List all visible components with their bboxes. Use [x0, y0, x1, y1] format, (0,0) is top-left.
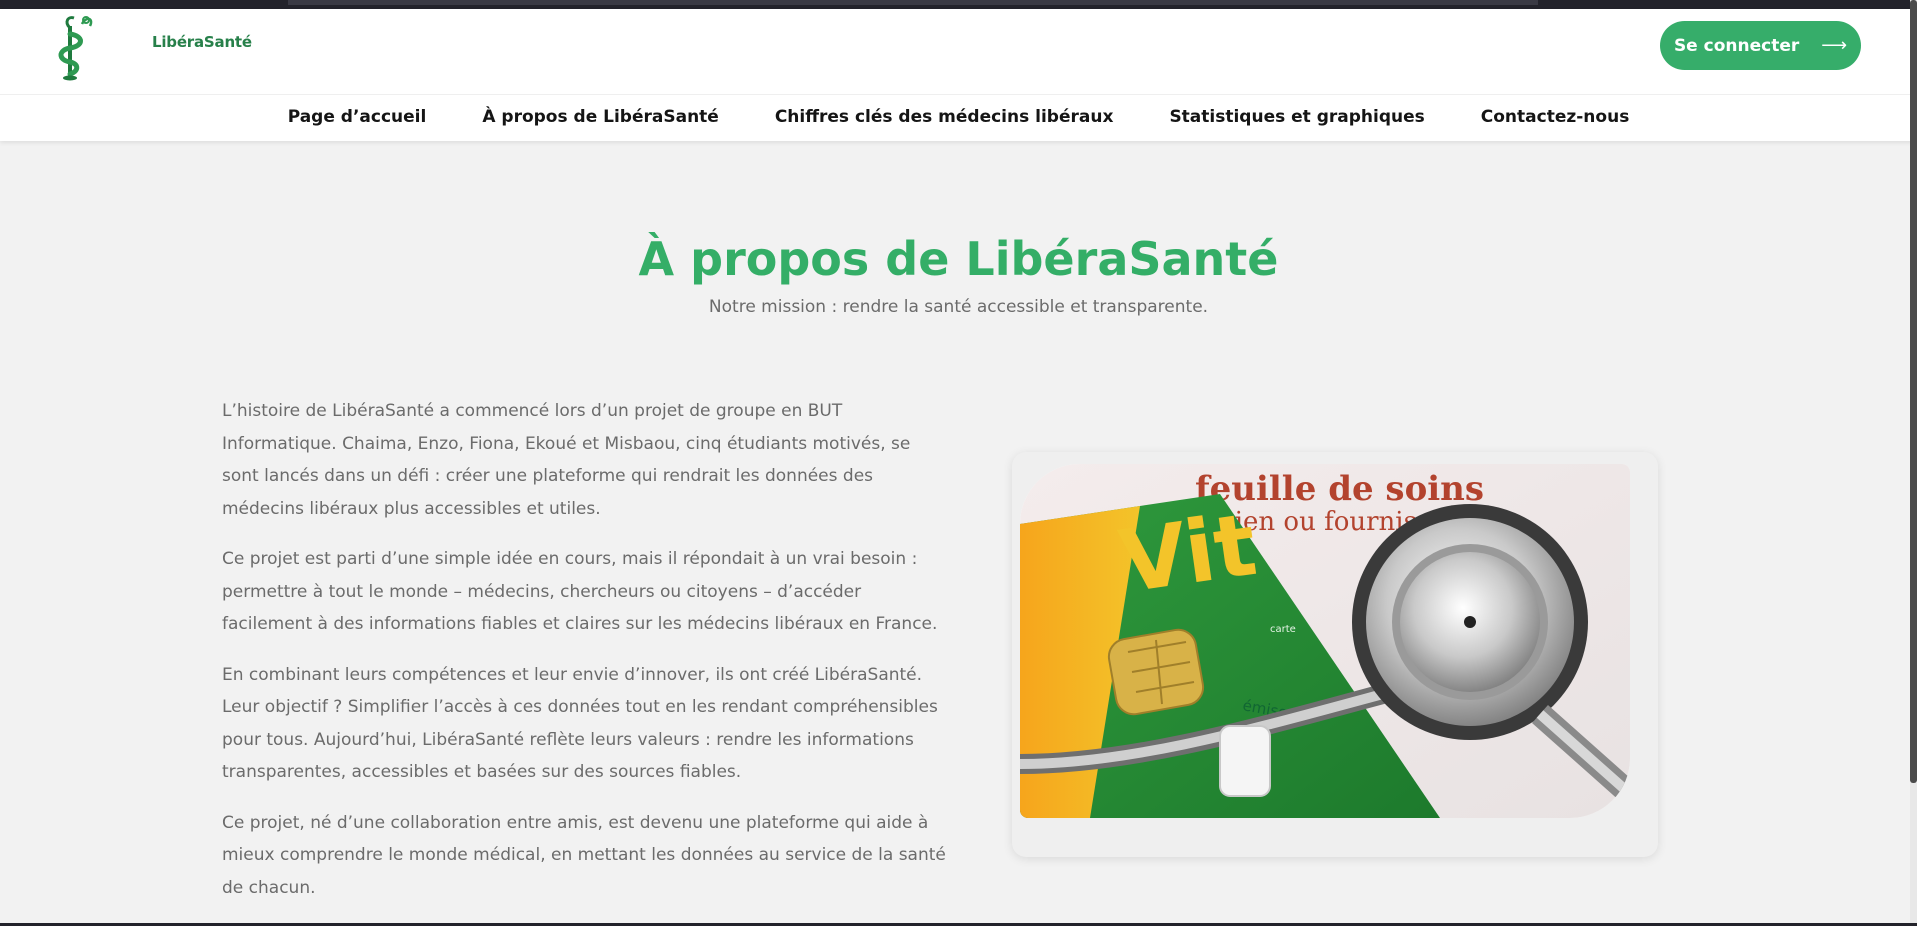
story-paragraph: En combinant leurs compétences et leur e… — [222, 664, 938, 783]
page-subtitle: Notre mission : rendre la santé accessib… — [708, 297, 1209, 317]
site-logo[interactable]: LibéraSanté — [56, 14, 252, 84]
story-paragraph: Ce projet est parti d’une simple idée en… — [222, 549, 938, 634]
site-header: LibéraSanté Se connecter ⟶ Page d’accuei… — [0, 9, 1917, 141]
nav-item-key-figures[interactable]: Chiffres clés des médecins libéraux — [775, 107, 1114, 127]
vitale-card-brand-text: Vit — [1114, 495, 1262, 613]
story-section: L’histoire de LibéraSanté a commencé lor… — [222, 395, 952, 922]
vitale-card-stethoscope-image: feuille de soins macien ou fournisseur V… — [1020, 464, 1630, 818]
header-divider — [0, 94, 1917, 95]
logo-wordmark: LibéraSanté — [152, 33, 252, 51]
story-paragraph: Ce projet, né d’une collaboration entre … — [222, 812, 946, 898]
nav-item-home[interactable]: Page d’accueil — [288, 107, 427, 127]
main-navigation: Page d’accueil À propos de LibéraSanté C… — [0, 107, 1917, 127]
card-small-text: carte — [1270, 624, 1296, 635]
nav-item-statistics[interactable]: Statistiques et graphiques — [1169, 107, 1424, 127]
nav-item-contact[interactable]: Contactez-nous — [1481, 107, 1630, 127]
scrollbar-thumb[interactable] — [1910, 0, 1917, 783]
nav-item-about[interactable]: À propos de LibéraSanté — [482, 107, 719, 127]
page-scrollbar[interactable] — [1910, 0, 1917, 926]
login-button[interactable]: Se connecter ⟶ — [1660, 21, 1861, 70]
image-card: feuille de soins macien ou fournisseur V… — [1012, 452, 1658, 857]
browser-top-strip — [0, 0, 1917, 9]
page-title: À propos de LibéraSanté — [638, 232, 1279, 286]
arrow-right-icon: ⟶ — [1821, 35, 1848, 56]
login-button-label: Se connecter — [1673, 35, 1800, 56]
story-paragraph: L’histoire de LibéraSanté a commencé lor… — [222, 401, 911, 519]
caduceus-logo-icon — [58, 16, 93, 81]
